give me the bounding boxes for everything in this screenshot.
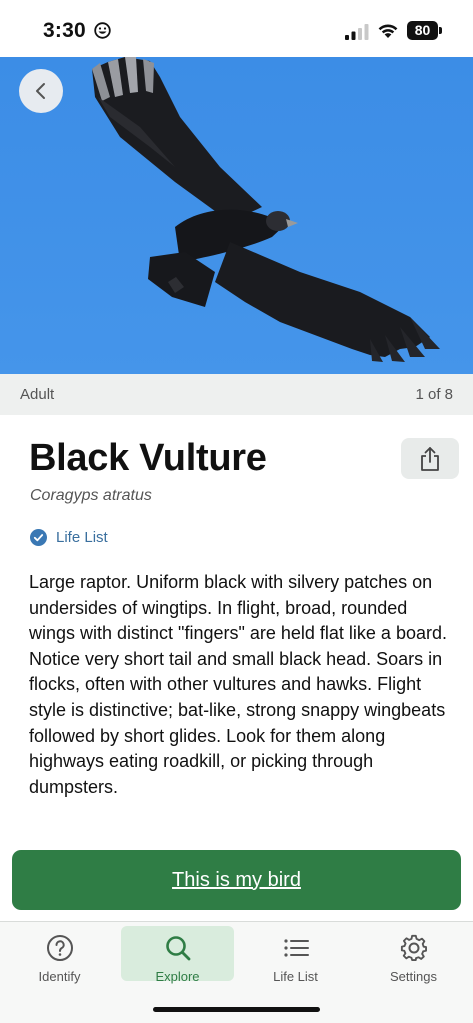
species-scientific-name: Coragyps atratus (30, 487, 152, 504)
tab-label-life-list: Life List (273, 969, 318, 984)
list-icon (283, 939, 309, 957)
check-circle-icon (30, 528, 47, 546)
status-time: 3:30 (43, 19, 86, 42)
tab-identify[interactable]: Identify (3, 926, 116, 984)
share-icon (421, 446, 439, 471)
chevron-left-icon (36, 83, 45, 99)
gear-icon (400, 934, 427, 961)
photo-age-label: Adult (20, 386, 55, 403)
tab-label-settings: Settings (390, 969, 437, 984)
cellular-signal-icon (345, 24, 369, 40)
battery-indicator: 80 (407, 21, 443, 40)
species-common-name: Black Vulture (29, 437, 267, 479)
bird-photo[interactable] (0, 57, 473, 374)
cta-label: This is my bird (172, 868, 301, 891)
smiley-icon (94, 22, 111, 39)
tab-explore[interactable]: Explore (121, 926, 234, 984)
status-bar: 3:30 80 (0, 0, 473, 57)
life-list-label: Life List (56, 528, 108, 546)
wifi-icon (378, 24, 398, 38)
tab-settings[interactable]: Settings (357, 926, 470, 984)
this-is-my-bird-button[interactable]: This is my bird (12, 850, 461, 910)
search-icon (165, 936, 190, 961)
tab-label-identify: Identify (38, 969, 81, 984)
share-button[interactable] (401, 438, 459, 479)
battery-level: 80 (407, 21, 438, 40)
home-indicator[interactable] (153, 1007, 320, 1012)
tab-life-list[interactable]: Life List (239, 926, 352, 984)
tab-label-explore: Explore (155, 969, 200, 984)
question-circle-icon (46, 935, 73, 961)
back-button[interactable] (19, 69, 63, 113)
battery-tip (439, 27, 442, 34)
life-list-badge[interactable]: Life List (30, 528, 108, 546)
photo-caption-bar: Adult 1 of 8 (0, 374, 473, 415)
vulture-illustration (0, 57, 473, 374)
photo-counter: 1 of 8 (415, 386, 453, 403)
species-description: Large raptor. Uniform black with silvery… (29, 572, 447, 797)
